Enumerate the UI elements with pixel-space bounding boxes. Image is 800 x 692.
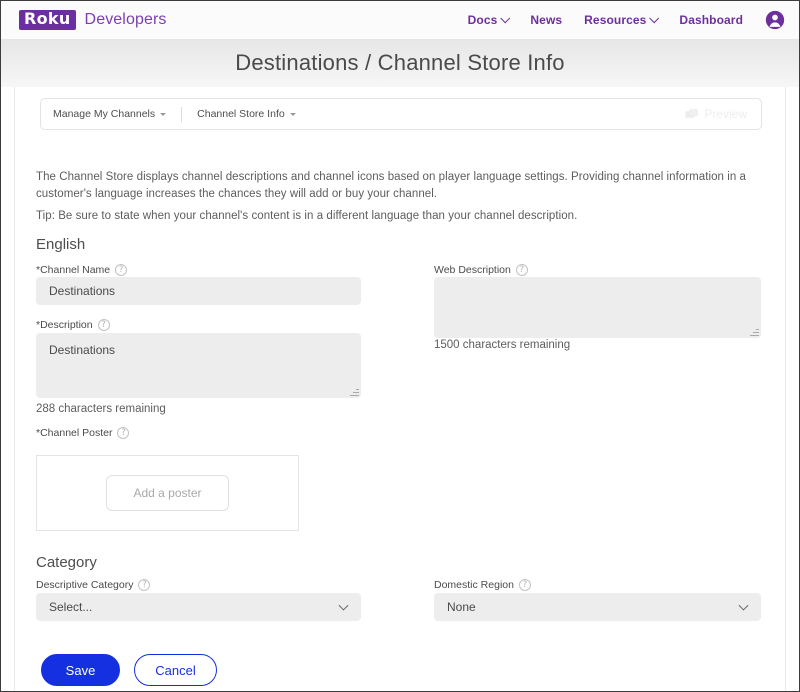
description-char-counter: 288 characters remaining — [36, 403, 166, 415]
chevron-down-icon — [160, 112, 167, 116]
web-description-char-counter: 1500 characters remaining — [434, 339, 571, 351]
preview-button[interactable]: Preview — [685, 107, 749, 121]
nav-item-resources[interactable]: Resources — [584, 12, 660, 27]
label-descriptive-category-text: Descriptive Category — [36, 579, 134, 591]
question-mark-icon[interactable]: ? — [518, 579, 531, 591]
roku-developers-logo[interactable]: Roku Developers — [19, 10, 166, 30]
domestic-region-select[interactable]: None — [434, 593, 761, 621]
label-channel-name: *Channel Name ? — [36, 264, 128, 276]
web-description-textarea[interactable] — [434, 277, 761, 338]
label-web-description: Web Description ? — [434, 264, 528, 276]
label-channel-poster-text: *Channel Poster — [36, 427, 113, 439]
roku-wordmark: Roku — [19, 10, 76, 30]
description-textarea[interactable] — [36, 333, 361, 398]
chevron-down-icon — [289, 112, 296, 116]
nav-item-news-label: News — [530, 13, 563, 27]
label-domestic-region-text: Domestic Region — [434, 579, 514, 591]
domestic-region-select-wrapper: None — [434, 593, 761, 621]
section-heading-english: English — [36, 236, 86, 253]
breadcrumb-channel-store-info-label: Channel Store Info — [197, 108, 285, 120]
descriptive-category-select[interactable]: Select... — [36, 593, 361, 621]
content-card: Manage My Channels Channel Store Info Pr… — [14, 87, 786, 691]
add-poster-button[interactable]: Add a poster — [106, 475, 229, 511]
chevron-down-icon — [500, 12, 511, 23]
nav-item-dashboard-label: Dashboard — [679, 13, 743, 27]
question-mark-icon[interactable]: ? — [115, 264, 128, 276]
label-channel-poster: *Channel Poster ? — [36, 427, 130, 439]
label-description-text: *Description — [36, 319, 93, 331]
question-mark-icon[interactable]: ? — [138, 579, 151, 591]
nav-item-news[interactable]: News — [530, 13, 562, 27]
page-title: Destinations / Channel Store Info — [235, 50, 565, 75]
page-title-band: Destinations / Channel Store Info — [1, 39, 799, 87]
channel-poster-dropzone[interactable]: Add a poster — [36, 455, 299, 531]
nav-item-docs[interactable]: Docs — [467, 12, 511, 27]
question-mark-icon[interactable]: ? — [515, 264, 528, 276]
account-circle-icon[interactable] — [765, 10, 785, 30]
breadcrumb-toolbar: Manage My Channels Channel Store Info Pr… — [40, 98, 762, 130]
breadcrumb-manage-my-channels-label: Manage My Channels — [53, 108, 156, 120]
preview-button-label: Preview — [704, 107, 747, 121]
nav-item-dashboard[interactable]: Dashboard — [679, 13, 743, 27]
developers-label: Developers — [84, 11, 167, 29]
chevron-down-icon — [649, 12, 660, 23]
intro-paragraph-2: Tip: Be sure to state when your channel'… — [36, 210, 578, 222]
save-button[interactable]: Save — [41, 654, 120, 686]
top-navigation-bar: Roku Developers Docs News Resources Dash… — [1, 1, 799, 39]
question-mark-icon[interactable]: ? — [117, 427, 130, 439]
label-descriptive-category: Descriptive Category ? — [36, 579, 151, 591]
breadcrumb-divider — [181, 106, 183, 122]
label-description: *Description ? — [36, 319, 110, 331]
cancel-button[interactable]: Cancel — [134, 654, 217, 686]
breadcrumb-channel-store-info[interactable]: Channel Store Info — [197, 108, 296, 120]
label-web-description-text: Web Description — [434, 264, 511, 276]
form-actions: Save Cancel — [41, 654, 217, 686]
nav-links-group: Docs News Resources Dashboard — [468, 10, 785, 30]
nav-item-resources-label: Resources — [584, 13, 647, 27]
section-heading-category: Category — [36, 554, 97, 571]
tv-screen-icon — [685, 108, 699, 120]
label-domestic-region: Domestic Region ? — [434, 579, 531, 591]
question-mark-icon[interactable]: ? — [97, 319, 110, 331]
intro-paragraph-1: The Channel Store displays channel descr… — [36, 171, 746, 200]
label-channel-name-text: *Channel Name — [36, 264, 111, 276]
nav-item-docs-label: Docs — [467, 13, 498, 27]
descriptive-category-select-wrapper: Select... — [36, 593, 361, 621]
breadcrumb-manage-my-channels[interactable]: Manage My Channels — [53, 108, 167, 120]
channel-name-input[interactable] — [36, 277, 361, 305]
browser-page: Roku Developers Docs News Resources Dash… — [0, 0, 800, 692]
